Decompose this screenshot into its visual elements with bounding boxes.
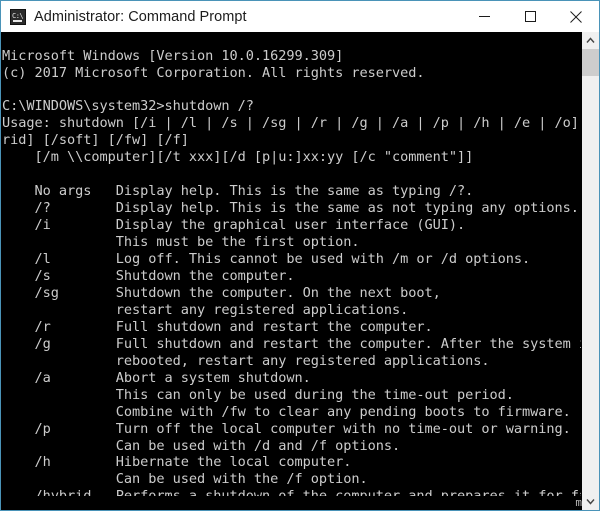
command-prompt-icon: C:\ [10, 8, 26, 25]
title-bar[interactable]: C:\ Administrator: Command Prompt [1, 1, 599, 32]
close-icon [570, 10, 582, 23]
chevron-up-icon [586, 37, 595, 43]
command-prompt-icon-cursor [13, 19, 22, 22]
maximize-button[interactable] [507, 1, 553, 32]
scrollbar-overlap-glyph: m [575, 496, 582, 509]
command-prompt-icon-glyph: C:\ [12, 11, 24, 20]
maximize-icon [524, 11, 536, 22]
console-output[interactable]: Microsoft Windows [Version 10.0.16299.30… [1, 45, 581, 497]
scrollbar-thumb[interactable] [582, 49, 599, 76]
chevron-down-icon [586, 499, 595, 505]
minimize-icon [478, 16, 490, 17]
window-title: Administrator: Command Prompt [34, 8, 247, 25]
scroll-down-button[interactable] [582, 493, 599, 510]
close-button[interactable] [553, 1, 599, 32]
window-controls [461, 1, 599, 32]
vertical-scrollbar[interactable] [581, 32, 599, 510]
command-prompt-window: C:\ Administrator: Command Prompt Micros… [0, 0, 600, 511]
console-area[interactable]: Microsoft Windows [Version 10.0.16299.30… [1, 32, 599, 510]
scroll-up-button[interactable] [582, 32, 599, 49]
scrollbar-track[interactable] [582, 49, 599, 493]
minimize-button[interactable] [461, 1, 507, 32]
